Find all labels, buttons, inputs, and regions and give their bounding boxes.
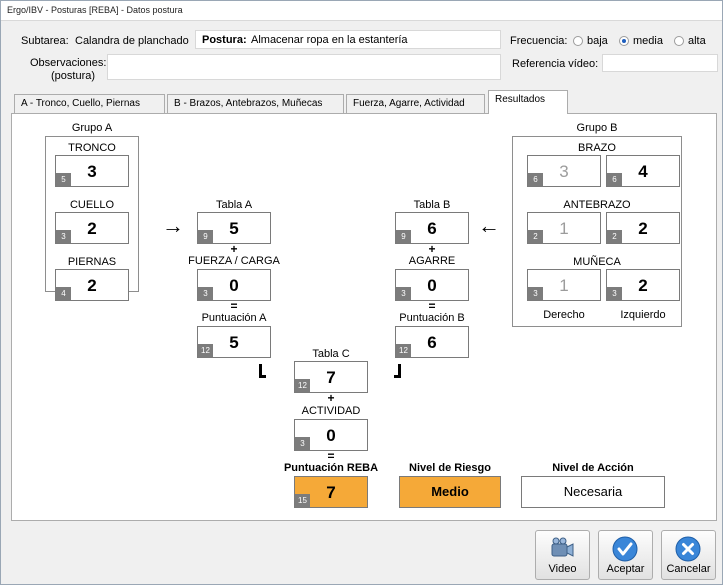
piernas-score: 24 bbox=[55, 269, 129, 301]
equals-c: = bbox=[327, 449, 335, 463]
bracket-right bbox=[394, 364, 401, 378]
actividad-score: 03 bbox=[294, 419, 368, 451]
aceptar-button-label: Aceptar bbox=[606, 563, 645, 575]
frecuencia-alta-radio[interactable] bbox=[674, 36, 684, 46]
arrow-left-icon: ← bbox=[478, 213, 500, 238]
cancelar-button[interactable]: Cancelar bbox=[661, 530, 716, 580]
tab-resultados[interactable]: Resultados bbox=[488, 90, 568, 114]
nivel-accion-value: Necesaria bbox=[521, 476, 665, 508]
tronco-score: 35 bbox=[55, 155, 129, 187]
equals-b: = bbox=[428, 299, 436, 313]
checkmark-icon bbox=[612, 536, 638, 562]
nivel-accion-label: Nivel de Acción bbox=[552, 462, 634, 474]
subtarea-label: Subtarea: bbox=[21, 35, 69, 47]
actividad-label: ACTIVIDAD bbox=[301, 405, 361, 417]
muneca-derecho-score: 13 bbox=[527, 269, 601, 301]
postura-field[interactable]: Postura: Almacenar ropa en la estantería bbox=[195, 30, 501, 49]
cuello-label: CUELLO bbox=[69, 199, 115, 211]
puntuacion-a-score: 5 12 bbox=[197, 326, 271, 358]
frecuencia-label: Frecuencia: bbox=[510, 35, 568, 47]
resultados-panel: Grupo A TRONCO 35 CUELLO 23 PIERNAS 24 →… bbox=[11, 113, 717, 521]
plus-c: + bbox=[327, 391, 335, 405]
video-camera-icon bbox=[551, 537, 574, 557]
antebrazo-izquierdo-score: 22 bbox=[606, 212, 680, 244]
puntuacion-reba-score: 7 15 bbox=[294, 476, 368, 508]
referencia-video-input[interactable] bbox=[602, 54, 718, 72]
video-button[interactable]: Video bbox=[535, 530, 590, 580]
fuerza-score: 03 bbox=[197, 269, 271, 301]
grupo-a-title: Grupo A bbox=[71, 122, 113, 134]
fuerza-label: FUERZA / CARGA bbox=[188, 255, 280, 267]
frecuencia-baja-label: baja bbox=[587, 35, 608, 47]
observaciones-sublabel: (postura) bbox=[51, 70, 96, 82]
antebrazo-derecho-score: 12 bbox=[527, 212, 601, 244]
plus-a: + bbox=[230, 242, 238, 256]
frecuencia-alta-label: alta bbox=[688, 35, 706, 47]
cancelar-button-label: Cancelar bbox=[666, 563, 711, 575]
tabla-b-score: 69 bbox=[395, 212, 469, 244]
nivel-riesgo-label: Nivel de Riesgo bbox=[409, 462, 491, 474]
brazo-izquierdo-score: 46 bbox=[606, 155, 680, 187]
piernas-label: PIERNAS bbox=[67, 256, 117, 268]
observaciones-label: Observaciones: bbox=[30, 57, 107, 69]
postura-value: Almacenar ropa en la estantería bbox=[251, 34, 408, 46]
brazo-derecho-score: 36 bbox=[527, 155, 601, 187]
plus-b: + bbox=[428, 242, 436, 256]
tab-tronco-cuello-piernas[interactable]: A - Tronco, Cuello, Piernas bbox=[14, 94, 165, 113]
puntuacion-b-label: Puntuación B bbox=[399, 312, 465, 324]
tab-brazos-antebrazos-munecas[interactable]: B - Brazos, Antebrazos, Muñecas bbox=[167, 94, 344, 113]
tronco-label: TRONCO bbox=[68, 142, 116, 154]
tabla-a-label: Tabla A bbox=[215, 199, 253, 211]
window-title: Ergo/IBV - Posturas [REBA] - Datos postu… bbox=[1, 1, 722, 21]
observaciones-input[interactable] bbox=[107, 54, 501, 80]
puntuacion-reba-label: Puntuación REBA bbox=[283, 462, 379, 474]
tabla-c-score: 7 12 bbox=[294, 361, 368, 393]
close-icon bbox=[675, 536, 701, 562]
grupo-b-title: Grupo B bbox=[576, 122, 618, 134]
agarre-label: AGARRE bbox=[408, 255, 456, 267]
derecho-label: Derecho bbox=[543, 309, 585, 321]
frecuencia-media-radio[interactable] bbox=[619, 36, 629, 46]
postura-label: Postura: bbox=[202, 34, 247, 46]
nivel-riesgo-value: Medio bbox=[399, 476, 501, 508]
aceptar-button[interactable]: Aceptar bbox=[598, 530, 653, 580]
arrow-right-icon: → bbox=[162, 213, 184, 238]
subtarea-value: Calandra de planchado bbox=[75, 35, 189, 47]
frecuencia-media-label: media bbox=[633, 35, 663, 47]
puntuacion-b-score: 6 12 bbox=[395, 326, 469, 358]
agarre-score: 03 bbox=[395, 269, 469, 301]
muneca-label: MUÑECA bbox=[573, 256, 621, 268]
tabla-c-label: Tabla C bbox=[312, 348, 350, 360]
izquierdo-label: Izquierdo bbox=[620, 309, 666, 321]
cuello-score: 23 bbox=[55, 212, 129, 244]
puntuacion-a-label: Puntuación A bbox=[201, 312, 267, 324]
bracket-left bbox=[259, 364, 266, 378]
tab-fuerza-agarre-actividad[interactable]: Fuerza, Agarre, Actividad bbox=[346, 94, 485, 113]
muneca-izquierdo-score: 23 bbox=[606, 269, 680, 301]
reba-window: Ergo/IBV - Posturas [REBA] - Datos postu… bbox=[0, 0, 723, 585]
tabla-b-label: Tabla B bbox=[413, 199, 451, 211]
antebrazo-label: ANTEBRAZO bbox=[563, 199, 631, 211]
tabla-a-score: 59 bbox=[197, 212, 271, 244]
equals-a: = bbox=[230, 299, 238, 313]
referencia-video-label: Referencia vídeo: bbox=[512, 58, 599, 70]
video-button-label: Video bbox=[548, 563, 577, 575]
frecuencia-baja-radio[interactable] bbox=[573, 36, 583, 46]
brazo-label: BRAZO bbox=[578, 142, 616, 154]
